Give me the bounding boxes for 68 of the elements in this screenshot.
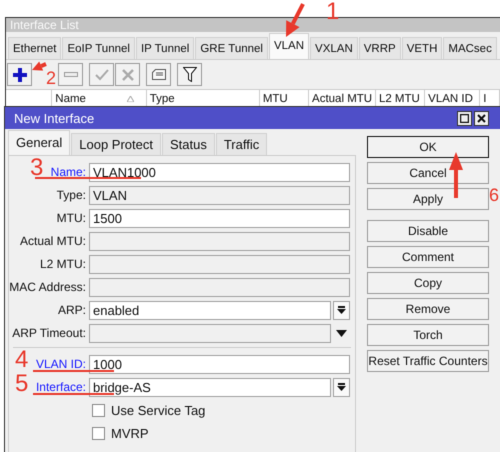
field-label: ARP: bbox=[58, 303, 86, 317]
cross-icon bbox=[122, 68, 134, 80]
close-icon[interactable] bbox=[474, 110, 489, 126]
dialog-button[interactable]: Cancel bbox=[367, 162, 489, 184]
field-link[interactable]: Name: bbox=[50, 165, 86, 179]
step-number: 5 bbox=[15, 372, 28, 396]
toolbar-button[interactable] bbox=[177, 63, 202, 86]
step-number: 2 bbox=[46, 69, 56, 87]
readonly-field: VLAN bbox=[89, 186, 350, 204]
tab[interactable]: IP Tunnel bbox=[136, 37, 194, 59]
tab[interactable]: VLAN bbox=[268, 33, 310, 59]
field-label: Type: bbox=[56, 188, 86, 202]
arrow-annotation bbox=[449, 152, 463, 198]
text-field[interactable]: bridge-AS bbox=[89, 378, 331, 396]
step-number: 3 bbox=[30, 156, 44, 180]
dropdown-icon bbox=[337, 306, 346, 314]
dialog-button[interactable]: Reset Traffic Counters bbox=[367, 350, 489, 372]
tab[interactable]: VETH bbox=[402, 37, 442, 59]
tab[interactable]: Status bbox=[162, 133, 215, 155]
add-icon bbox=[12, 68, 26, 82]
tab[interactable]: MACsec bbox=[443, 37, 497, 59]
arrow-annotation bbox=[286, 3, 305, 37]
text-field[interactable]: 1000 bbox=[89, 354, 350, 374]
note-icon bbox=[152, 69, 166, 80]
tab[interactable]: VRRP bbox=[358, 37, 401, 59]
tab[interactable]: Traffic bbox=[216, 133, 268, 155]
field-label: L2 MTU: bbox=[40, 257, 86, 271]
sort-icon bbox=[126, 96, 134, 102]
step-number: 6 bbox=[489, 186, 500, 204]
checkbox-label: MVRP bbox=[111, 426, 149, 440]
tab[interactable]: VXLAN bbox=[310, 37, 358, 59]
field-label: MAC Address: bbox=[9, 280, 86, 294]
checkbox[interactable] bbox=[92, 426, 105, 440]
checkbox[interactable] bbox=[92, 404, 105, 416]
text-field[interactable]: VLAN1000 bbox=[89, 162, 350, 182]
field-link[interactable]: VLAN ID: bbox=[36, 357, 86, 371]
tab[interactable]: Ethernet bbox=[8, 37, 62, 59]
toolbar-button[interactable] bbox=[7, 63, 32, 86]
tab[interactable]: Loop Protect bbox=[71, 133, 161, 155]
arrow-annotation bbox=[32, 61, 47, 71]
remove-icon bbox=[64, 72, 78, 77]
dialog-button[interactable]: Copy bbox=[367, 272, 489, 294]
dialog-button[interactable]: Remove bbox=[367, 298, 489, 320]
field-label: MTU: bbox=[56, 211, 86, 225]
tab[interactable]: General bbox=[8, 130, 70, 155]
field-label: ARP Timeout: bbox=[12, 326, 86, 340]
field-link[interactable]: Interface: bbox=[36, 380, 86, 394]
dialog-button[interactable]: OK bbox=[367, 136, 489, 158]
dropdown-button[interactable] bbox=[333, 378, 350, 396]
field-label: Actual MTU: bbox=[20, 234, 86, 248]
dialog-button[interactable]: Torch bbox=[367, 324, 489, 346]
maximize-icon[interactable] bbox=[457, 110, 472, 126]
text-field[interactable]: 1500 bbox=[89, 208, 350, 228]
filter-icon bbox=[182, 67, 196, 82]
toolbar-button[interactable] bbox=[146, 63, 171, 86]
checkbox-label: Use Service Tag bbox=[111, 402, 206, 418]
text-field[interactable]: enabled bbox=[89, 300, 331, 320]
tab[interactable]: EoIP Tunnel bbox=[62, 37, 135, 59]
check-icon bbox=[94, 68, 108, 80]
dialog-button[interactable]: Comment bbox=[367, 246, 489, 268]
dropdown-button[interactable] bbox=[333, 300, 350, 320]
dialog-title: New Interface bbox=[14, 110, 96, 126]
dropdown-icon bbox=[337, 382, 346, 392]
step-number: 4 bbox=[15, 348, 28, 372]
dialog-button[interactable]: Disable bbox=[367, 220, 489, 242]
expand-icon[interactable] bbox=[336, 330, 347, 336]
tab[interactable]: GRE Tunnel bbox=[195, 37, 268, 59]
dialog-button[interactable]: Apply bbox=[367, 188, 489, 210]
